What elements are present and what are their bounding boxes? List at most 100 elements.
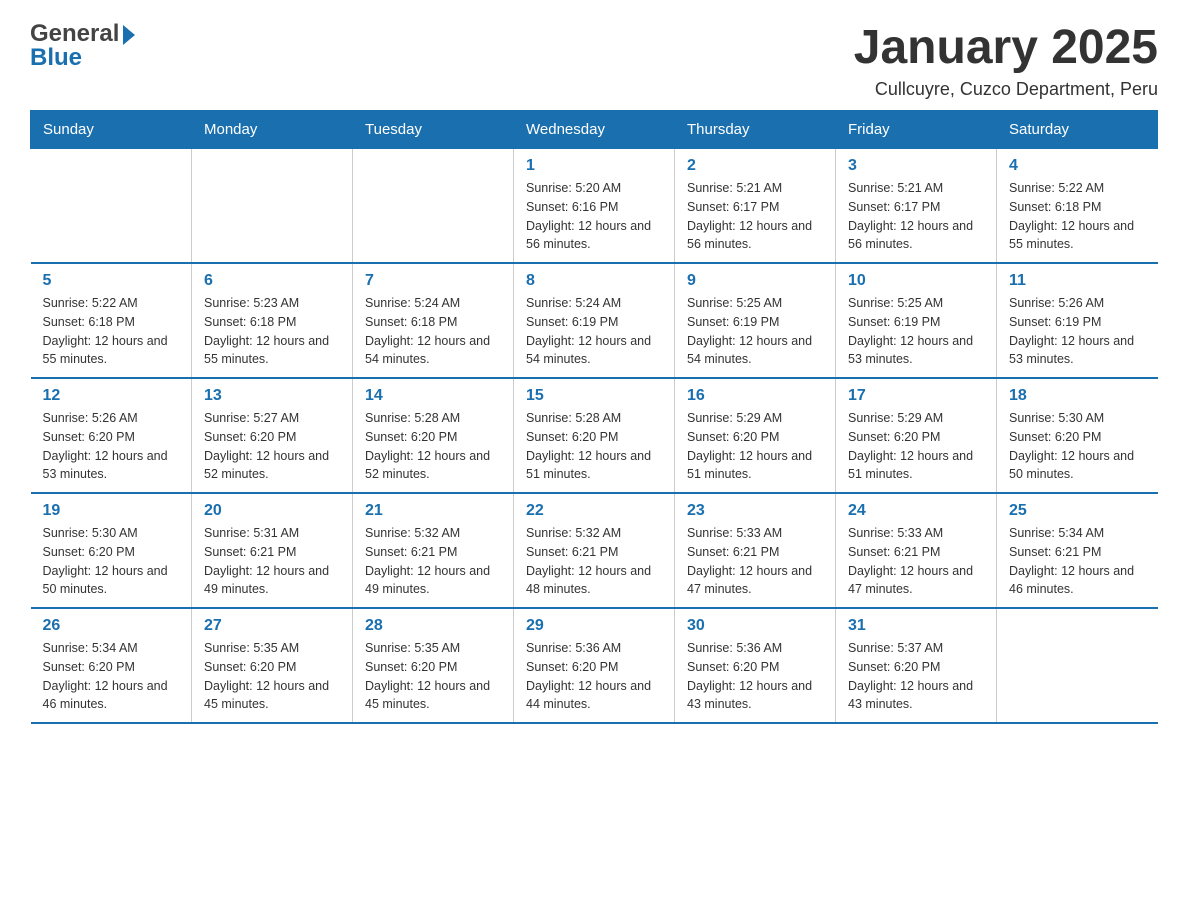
week-row-3: 12 Sunrise: 5:26 AM Sunset: 6:20 PM Dayli…	[31, 378, 1158, 493]
calendar-cell: 3Sunrise: 5:21 AM Sunset: 6:17 PM Daylig…	[836, 149, 997, 264]
day-header-wednesday: Wednesday	[514, 111, 675, 149]
calendar-cell: 17 Sunrise: 5:29 AM Sunset: 6:20 PM Dayli…	[836, 378, 997, 493]
day-info: Sunrise: 5:22 AM Sunset: 6:18 PM Dayligh…	[43, 294, 180, 369]
day-number: 1	[526, 157, 662, 175]
calendar-cell: 30 Sunrise: 5:36 AM Sunset: 6:20 PM Dayli…	[675, 608, 836, 723]
day-info: Sunrise: 5:24 AM Sunset: 6:18 PM Dayligh…	[365, 294, 501, 369]
calendar-cell: 23 Sunrise: 5:33 AM Sunset: 6:21 PM Dayli…	[675, 493, 836, 608]
day-info: Sunrise: 5:31 AM Sunset: 6:21 PM Dayligh…	[204, 524, 340, 599]
calendar-cell	[192, 149, 353, 264]
day-number: 23	[687, 502, 823, 520]
day-info: Sunrise: 5:33 AM Sunset: 6:21 PM Dayligh…	[848, 524, 984, 599]
day-number: 11	[1009, 272, 1146, 290]
day-number: 13	[204, 387, 340, 405]
calendar-cell: 19Sunrise: 5:30 AM Sunset: 6:20 PM Dayli…	[31, 493, 192, 608]
day-info: Sunrise: 5:21 AM Sunset: 6:17 PM Dayligh…	[848, 179, 984, 254]
page-title: January 2025	[854, 20, 1158, 75]
day-header-monday: Monday	[192, 111, 353, 149]
day-number: 25	[1009, 502, 1146, 520]
day-number: 17	[848, 387, 984, 405]
day-header-tuesday: Tuesday	[353, 111, 514, 149]
day-info: Sunrise: 5:24 AM Sunset: 6:19 PM Dayligh…	[526, 294, 662, 369]
calendar-cell: 4Sunrise: 5:22 AM Sunset: 6:18 PM Daylig…	[997, 149, 1158, 264]
day-number: 6	[204, 272, 340, 290]
page-header: General Blue January 2025 Cullcuyre, Cuz…	[30, 20, 1158, 100]
calendar-cell: 15Sunrise: 5:28 AM Sunset: 6:20 PM Dayli…	[514, 378, 675, 493]
day-number: 19	[43, 502, 180, 520]
day-number: 31	[848, 617, 984, 635]
day-info: Sunrise: 5:34 AM Sunset: 6:21 PM Dayligh…	[1009, 524, 1146, 599]
day-info: Sunrise: 5:32 AM Sunset: 6:21 PM Dayligh…	[365, 524, 501, 599]
day-info: Sunrise: 5:26 AM Sunset: 6:19 PM Dayligh…	[1009, 294, 1146, 369]
day-number: 18	[1009, 387, 1146, 405]
day-info: Sunrise: 5:21 AM Sunset: 6:17 PM Dayligh…	[687, 179, 823, 254]
calendar-cell: 29Sunrise: 5:36 AM Sunset: 6:20 PM Dayli…	[514, 608, 675, 723]
calendar-body: 1 Sunrise: 5:20 AM Sunset: 6:16 PM Daylig…	[31, 149, 1158, 724]
day-number: 14	[365, 387, 501, 405]
day-number: 15	[526, 387, 662, 405]
day-info: Sunrise: 5:30 AM Sunset: 6:20 PM Dayligh…	[1009, 409, 1146, 484]
day-number: 9	[687, 272, 823, 290]
calendar-cell: 11 Sunrise: 5:26 AM Sunset: 6:19 PM Dayli…	[997, 263, 1158, 378]
day-number: 22	[526, 502, 662, 520]
day-number: 7	[365, 272, 501, 290]
day-info: Sunrise: 5:35 AM Sunset: 6:20 PM Dayligh…	[204, 639, 340, 714]
calendar-cell: 24Sunrise: 5:33 AM Sunset: 6:21 PM Dayli…	[836, 493, 997, 608]
calendar-cell: 2Sunrise: 5:21 AM Sunset: 6:17 PM Daylig…	[675, 149, 836, 264]
day-number: 16	[687, 387, 823, 405]
day-number: 30	[687, 617, 823, 635]
logo: General Blue	[30, 20, 135, 72]
calendar-cell: 5 Sunrise: 5:22 AM Sunset: 6:18 PM Daylig…	[31, 263, 192, 378]
day-info: Sunrise: 5:29 AM Sunset: 6:20 PM Dayligh…	[848, 409, 984, 484]
week-row-2: 5 Sunrise: 5:22 AM Sunset: 6:18 PM Daylig…	[31, 263, 1158, 378]
calendar-header: SundayMondayTuesdayWednesdayThursdayFrid…	[31, 111, 1158, 149]
calendar-cell	[31, 149, 192, 264]
calendar-cell: 1 Sunrise: 5:20 AM Sunset: 6:16 PM Daylig…	[514, 149, 675, 264]
day-number: 10	[848, 272, 984, 290]
day-number: 29	[526, 617, 662, 635]
calendar-cell: 13 Sunrise: 5:27 AM Sunset: 6:20 PM Dayli…	[192, 378, 353, 493]
location-subtitle: Cullcuyre, Cuzco Department, Peru	[854, 79, 1158, 100]
day-number: 21	[365, 502, 501, 520]
day-number: 28	[365, 617, 501, 635]
day-info: Sunrise: 5:20 AM Sunset: 6:16 PM Dayligh…	[526, 179, 662, 254]
day-number: 27	[204, 617, 340, 635]
calendar-cell: 9 Sunrise: 5:25 AM Sunset: 6:19 PM Daylig…	[675, 263, 836, 378]
calendar-cell: 20 Sunrise: 5:31 AM Sunset: 6:21 PM Dayli…	[192, 493, 353, 608]
week-row-5: 26 Sunrise: 5:34 AM Sunset: 6:20 PM Dayli…	[31, 608, 1158, 723]
day-info: Sunrise: 5:34 AM Sunset: 6:20 PM Dayligh…	[43, 639, 180, 714]
day-number: 26	[43, 617, 180, 635]
week-row-4: 19Sunrise: 5:30 AM Sunset: 6:20 PM Dayli…	[31, 493, 1158, 608]
day-info: Sunrise: 5:26 AM Sunset: 6:20 PM Dayligh…	[43, 409, 180, 484]
day-info: Sunrise: 5:27 AM Sunset: 6:20 PM Dayligh…	[204, 409, 340, 484]
calendar-cell	[353, 149, 514, 264]
day-info: Sunrise: 5:36 AM Sunset: 6:20 PM Dayligh…	[687, 639, 823, 714]
calendar-cell: 22 Sunrise: 5:32 AM Sunset: 6:21 PM Dayli…	[514, 493, 675, 608]
day-info: Sunrise: 5:23 AM Sunset: 6:18 PM Dayligh…	[204, 294, 340, 369]
day-info: Sunrise: 5:22 AM Sunset: 6:18 PM Dayligh…	[1009, 179, 1146, 254]
day-info: Sunrise: 5:28 AM Sunset: 6:20 PM Dayligh…	[365, 409, 501, 484]
calendar-cell: 7 Sunrise: 5:24 AM Sunset: 6:18 PM Daylig…	[353, 263, 514, 378]
title-section: January 2025 Cullcuyre, Cuzco Department…	[854, 20, 1158, 100]
calendar-cell: 27 Sunrise: 5:35 AM Sunset: 6:20 PM Dayli…	[192, 608, 353, 723]
calendar-cell: 8 Sunrise: 5:24 AM Sunset: 6:19 PM Daylig…	[514, 263, 675, 378]
day-info: Sunrise: 5:33 AM Sunset: 6:21 PM Dayligh…	[687, 524, 823, 599]
day-number: 20	[204, 502, 340, 520]
day-number: 12	[43, 387, 180, 405]
day-info: Sunrise: 5:25 AM Sunset: 6:19 PM Dayligh…	[687, 294, 823, 369]
calendar-cell: 21 Sunrise: 5:32 AM Sunset: 6:21 PM Dayli…	[353, 493, 514, 608]
day-info: Sunrise: 5:37 AM Sunset: 6:20 PM Dayligh…	[848, 639, 984, 714]
calendar-cell: 31 Sunrise: 5:37 AM Sunset: 6:20 PM Dayli…	[836, 608, 997, 723]
logo-triangle-icon	[123, 25, 135, 45]
day-header-thursday: Thursday	[675, 111, 836, 149]
day-number: 5	[43, 272, 180, 290]
calendar-cell: 6 Sunrise: 5:23 AM Sunset: 6:18 PM Daylig…	[192, 263, 353, 378]
calendar-cell: 18 Sunrise: 5:30 AM Sunset: 6:20 PM Dayli…	[997, 378, 1158, 493]
logo-blue-text: Blue	[30, 44, 82, 72]
day-info: Sunrise: 5:32 AM Sunset: 6:21 PM Dayligh…	[526, 524, 662, 599]
day-info: Sunrise: 5:35 AM Sunset: 6:20 PM Dayligh…	[365, 639, 501, 714]
calendar-cell: 14 Sunrise: 5:28 AM Sunset: 6:20 PM Dayli…	[353, 378, 514, 493]
day-header-saturday: Saturday	[997, 111, 1158, 149]
day-number: 8	[526, 272, 662, 290]
week-row-1: 1 Sunrise: 5:20 AM Sunset: 6:16 PM Daylig…	[31, 149, 1158, 264]
